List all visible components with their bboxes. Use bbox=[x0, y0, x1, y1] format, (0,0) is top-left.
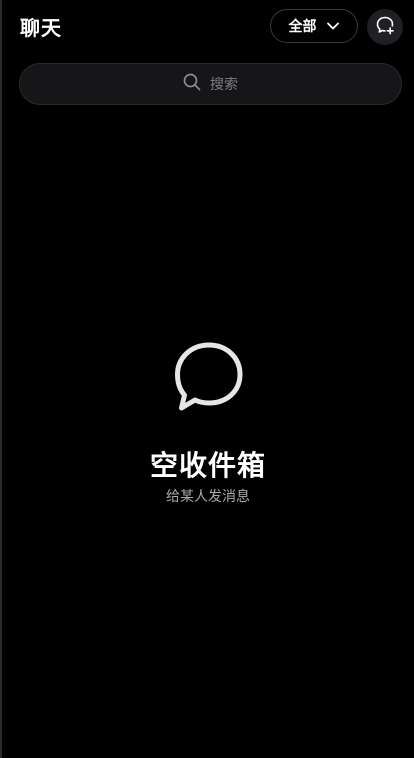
search-placeholder: 搜索 bbox=[210, 77, 238, 93]
new-chat-icon bbox=[375, 15, 395, 39]
chat-inbox-screen: 聊天 全部 搜索 空收件箱 给某人发消息 bbox=[0, 0, 414, 758]
empty-state-subtitle: 给某人发消息 bbox=[166, 489, 250, 505]
empty-state: 空收件箱 给某人发消息 bbox=[2, 340, 414, 506]
new-chat-button[interactable] bbox=[367, 9, 403, 45]
header: 聊天 全部 bbox=[2, 0, 414, 56]
chat-bubble-icon bbox=[172, 340, 246, 414]
empty-state-title: 空收件箱 bbox=[149, 449, 266, 482]
search-icon bbox=[183, 73, 201, 95]
chevron-down-icon bbox=[326, 19, 340, 33]
filter-label: 全部 bbox=[288, 19, 317, 35]
search-input[interactable]: 搜索 bbox=[19, 63, 402, 105]
page-title: 聊天 bbox=[20, 16, 62, 40]
filter-dropdown-button[interactable]: 全部 bbox=[270, 9, 358, 43]
